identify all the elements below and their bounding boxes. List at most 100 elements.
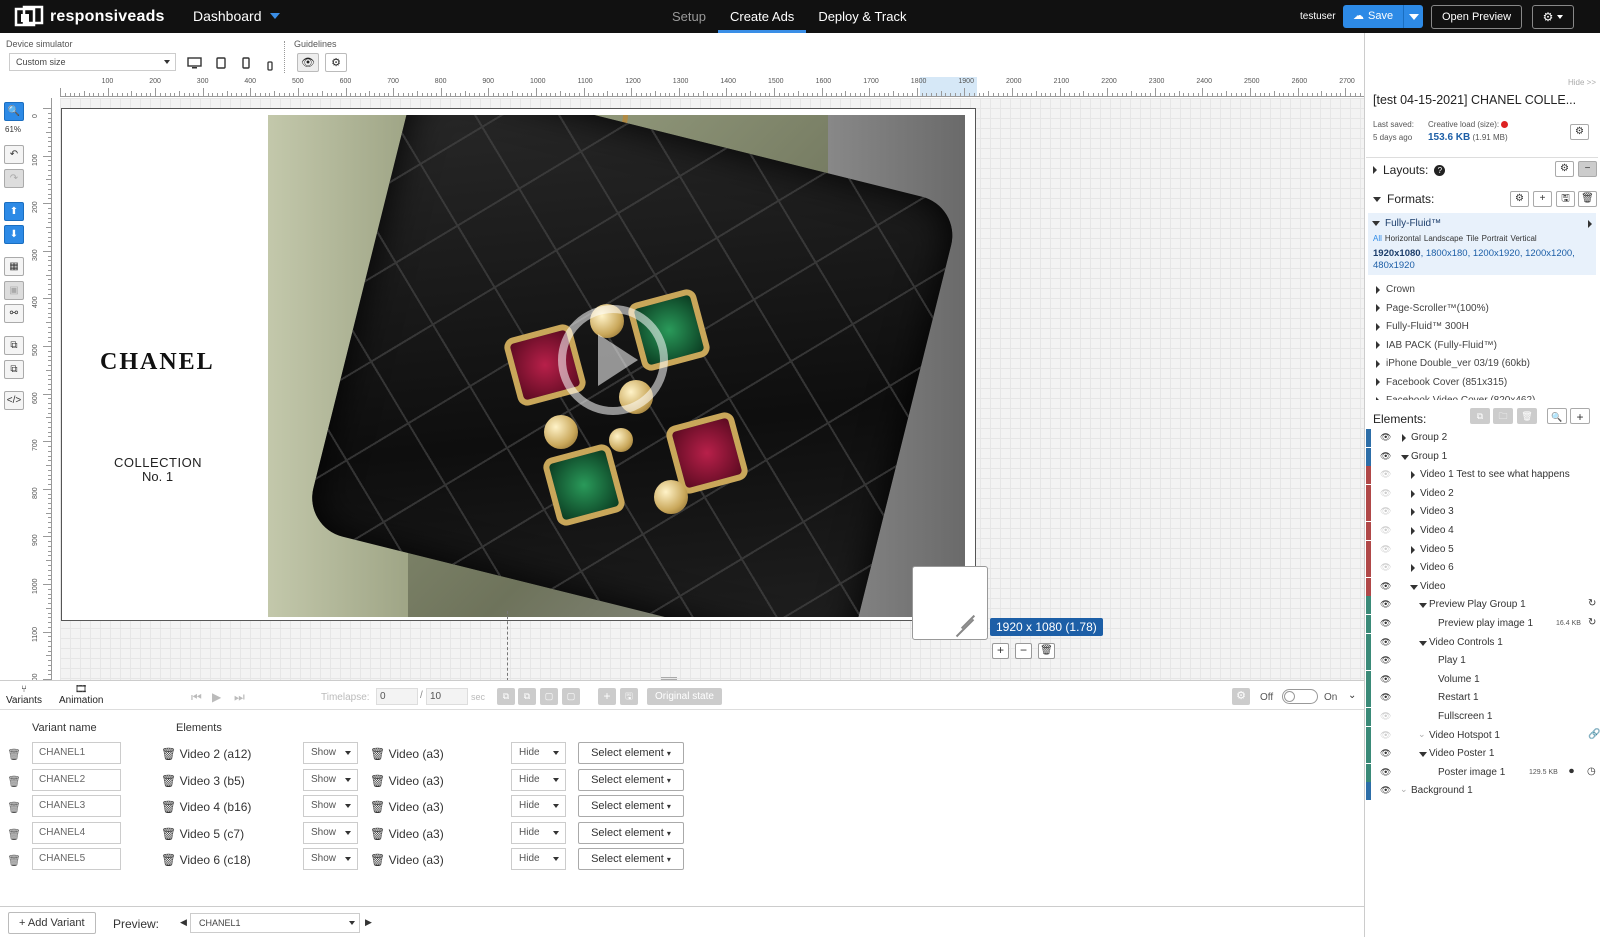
tab-setup[interactable]: Setup — [660, 0, 718, 33]
timelapse-start-input[interactable]: 0 — [376, 688, 418, 705]
tree-item[interactable]: 👁 Video 3 — [1366, 503, 1600, 522]
select-element-button[interactable]: Select element ▾ — [578, 742, 684, 764]
paste-style-button[interactable]: ⧉ — [4, 360, 24, 379]
show-select[interactable]: Show — [303, 742, 358, 764]
folder-element-button[interactable]: 🗀 — [1493, 408, 1513, 424]
show-select[interactable]: Show — [303, 848, 358, 871]
tree-item[interactable]: 👁 Play 1 — [1366, 652, 1600, 671]
tree-item[interactable]: 👁 Video 5 — [1366, 540, 1600, 559]
design-canvas[interactable]: CHANEL COLLECTION No. 1 1920 x 1080 (1.7… — [60, 98, 1364, 681]
formats-header[interactable]: Formats: — [1373, 192, 1434, 206]
eye-icon[interactable]: 👁 — [1380, 692, 1391, 703]
tree-item[interactable]: 👁 ⌄ Video Hotspot 1 🔗 — [1366, 726, 1600, 745]
trash-icon[interactable]: 🗑 — [7, 854, 21, 867]
animation-tab[interactable]: 🎞 Animation — [59, 684, 103, 706]
tree-item[interactable]: 👁 Group 2 — [1366, 429, 1600, 447]
variant-name-input[interactable]: CHANEL2 — [32, 768, 121, 791]
zoom-button[interactable]: 🔍 — [4, 102, 24, 121]
tree-item[interactable]: 👁 Restart 1 — [1366, 689, 1600, 708]
creative-title[interactable]: [test 04-15-2021] CHANEL COLLE... — [1373, 93, 1576, 107]
keyframe-button-2[interactable]: ▢ — [562, 688, 580, 705]
hide-panel-link[interactable]: Hide >> — [1568, 78, 1596, 87]
eye-icon[interactable]: 👁 — [1380, 451, 1391, 462]
hide-select[interactable]: Hide — [511, 848, 566, 871]
eye-icon[interactable]: 👁 — [1380, 432, 1391, 443]
original-state-button[interactable]: Original state — [647, 688, 722, 705]
caret-right-icon[interactable] — [1402, 434, 1406, 442]
variant-name-input[interactable]: CHANEL5 — [32, 848, 121, 871]
on-off-toggle[interactable] — [1282, 689, 1318, 704]
tree-item[interactable]: 👁 Video 6 — [1366, 559, 1600, 578]
variant-name-input[interactable]: CHANEL1 — [32, 742, 121, 764]
tree-item[interactable]: 👁 Group 1 — [1366, 447, 1600, 466]
eye-icon[interactable]: 👁 — [1380, 674, 1391, 685]
tree-item[interactable]: 👁 Volume 1 — [1366, 670, 1600, 689]
tablet-icon[interactable] — [216, 57, 226, 72]
eye-icon[interactable]: 👁 — [1380, 525, 1391, 536]
format-item[interactable]: Fully-Fluid™ 300H — [1376, 321, 1469, 332]
eye-icon[interactable]: 👁 — [1380, 599, 1391, 610]
format-cat-vertical[interactable]: Vertical — [1510, 234, 1536, 243]
layouts-settings-button[interactable]: ⚙ — [1555, 161, 1574, 177]
logo[interactable]: responsiveads — [14, 5, 165, 29]
eye-icon[interactable]: 👁 — [1380, 637, 1391, 648]
collection-line-2[interactable]: No. 1 — [142, 469, 173, 484]
format-cat-all[interactable]: All — [1373, 234, 1382, 243]
caret-right-icon[interactable] — [1411, 564, 1415, 573]
tree-item[interactable]: 👁 Preview Play Group 1 ↻ — [1366, 596, 1600, 615]
format-cat-landscape[interactable]: Landscape — [1424, 234, 1463, 243]
caret-right-icon[interactable] — [1411, 489, 1415, 498]
trash-icon[interactable]: 🗑 — [7, 748, 21, 761]
format-cat-portrait[interactable]: Portrait — [1482, 234, 1508, 243]
caret-left-icon[interactable]: ◀ — [180, 917, 187, 928]
preview-select[interactable]: CHANEL1 — [190, 913, 360, 933]
copy-keyframe-button[interactable]: ⧉ — [497, 688, 515, 705]
play-button-overlay[interactable] — [558, 305, 668, 415]
code-button[interactable]: </> — [4, 391, 24, 410]
link-icon[interactable]: 🔗 — [1588, 729, 1600, 740]
variant-element-1[interactable]: 🗑 Video 5 (c7) — [161, 827, 244, 841]
variant-element-1[interactable]: 🗑 Video 3 (b5) — [161, 774, 245, 788]
select-element-button[interactable]: Select element ▾ — [578, 768, 684, 791]
trash-icon[interactable]: 🗑 — [7, 828, 21, 841]
eye-icon[interactable]: 👁 — [1380, 488, 1391, 499]
send-backward-button[interactable]: ⬇ — [4, 225, 24, 244]
tree-item[interactable]: 👁 ⌄ Background 1 — [1366, 782, 1600, 801]
add-format-button[interactable]: + — [1533, 191, 1552, 207]
search-element-button[interactable]: 🔍 — [1547, 408, 1567, 424]
trash-icon[interactable]: 🗑 — [7, 775, 21, 788]
caret-right-icon[interactable] — [1411, 527, 1415, 535]
select-element-button[interactable]: Select element ▾ — [578, 795, 684, 818]
tree-item[interactable]: 👁 Fullscreen 1 — [1366, 708, 1600, 726]
selected-format[interactable]: Fully-Fluid™ All Horizontal Landscape Ti… — [1368, 213, 1596, 275]
warning-icon[interactable] — [1501, 121, 1509, 129]
hide-select[interactable]: Hide — [511, 821, 566, 844]
format-item[interactable]: Page-Scroller™(100%) — [1376, 303, 1489, 314]
caret-down-icon[interactable]: ⌄ — [1400, 784, 1408, 795]
caret-down-icon[interactable] — [1419, 640, 1427, 646]
delete-format-button[interactable]: 🗑 — [1578, 191, 1597, 207]
variant-element-1[interactable]: 🗑 Video 4 (b16) — [161, 800, 251, 814]
eye-icon[interactable]: 👁 — [1380, 655, 1391, 666]
eye-icon[interactable]: 👁 — [1380, 581, 1391, 592]
eye-icon[interactable]: 👁 — [1380, 730, 1391, 741]
caret-right-icon[interactable] — [1411, 508, 1415, 517]
refresh-icon[interactable]: ↻ — [1588, 598, 1596, 609]
eye-icon[interactable]: 👁 — [1380, 544, 1391, 555]
show-select[interactable]: Show — [303, 795, 358, 818]
paste-keyframe-button[interactable]: ⧉ — [518, 688, 536, 705]
variant-element-2[interactable]: 🗑 Video (a3) — [370, 853, 444, 867]
caret-right-icon[interactable]: ▶ — [365, 917, 372, 928]
layouts-header[interactable]: Layouts:? — [1373, 163, 1446, 177]
skip-back-icon[interactable]: ⏮ — [191, 690, 202, 705]
play-circle-icon[interactable]: ⏺ — [1569, 766, 1574, 777]
ad-stage[interactable]: CHANEL COLLECTION No. 1 — [61, 108, 976, 621]
play-icon[interactable]: ▶ — [212, 690, 221, 704]
brand-text[interactable]: CHANEL — [100, 349, 215, 376]
eye-icon[interactable]: 👁 — [1380, 748, 1391, 759]
variant-element-2[interactable]: 🗑 Video (a3) — [370, 800, 444, 814]
select-element-button[interactable]: Select element ▾ — [578, 821, 684, 844]
variant-element-2[interactable]: 🗑 Video (a3) — [370, 774, 444, 788]
caret-right-icon[interactable] — [1411, 545, 1415, 554]
tree-item[interactable]: 👁 Video Poster 1 — [1366, 745, 1600, 764]
